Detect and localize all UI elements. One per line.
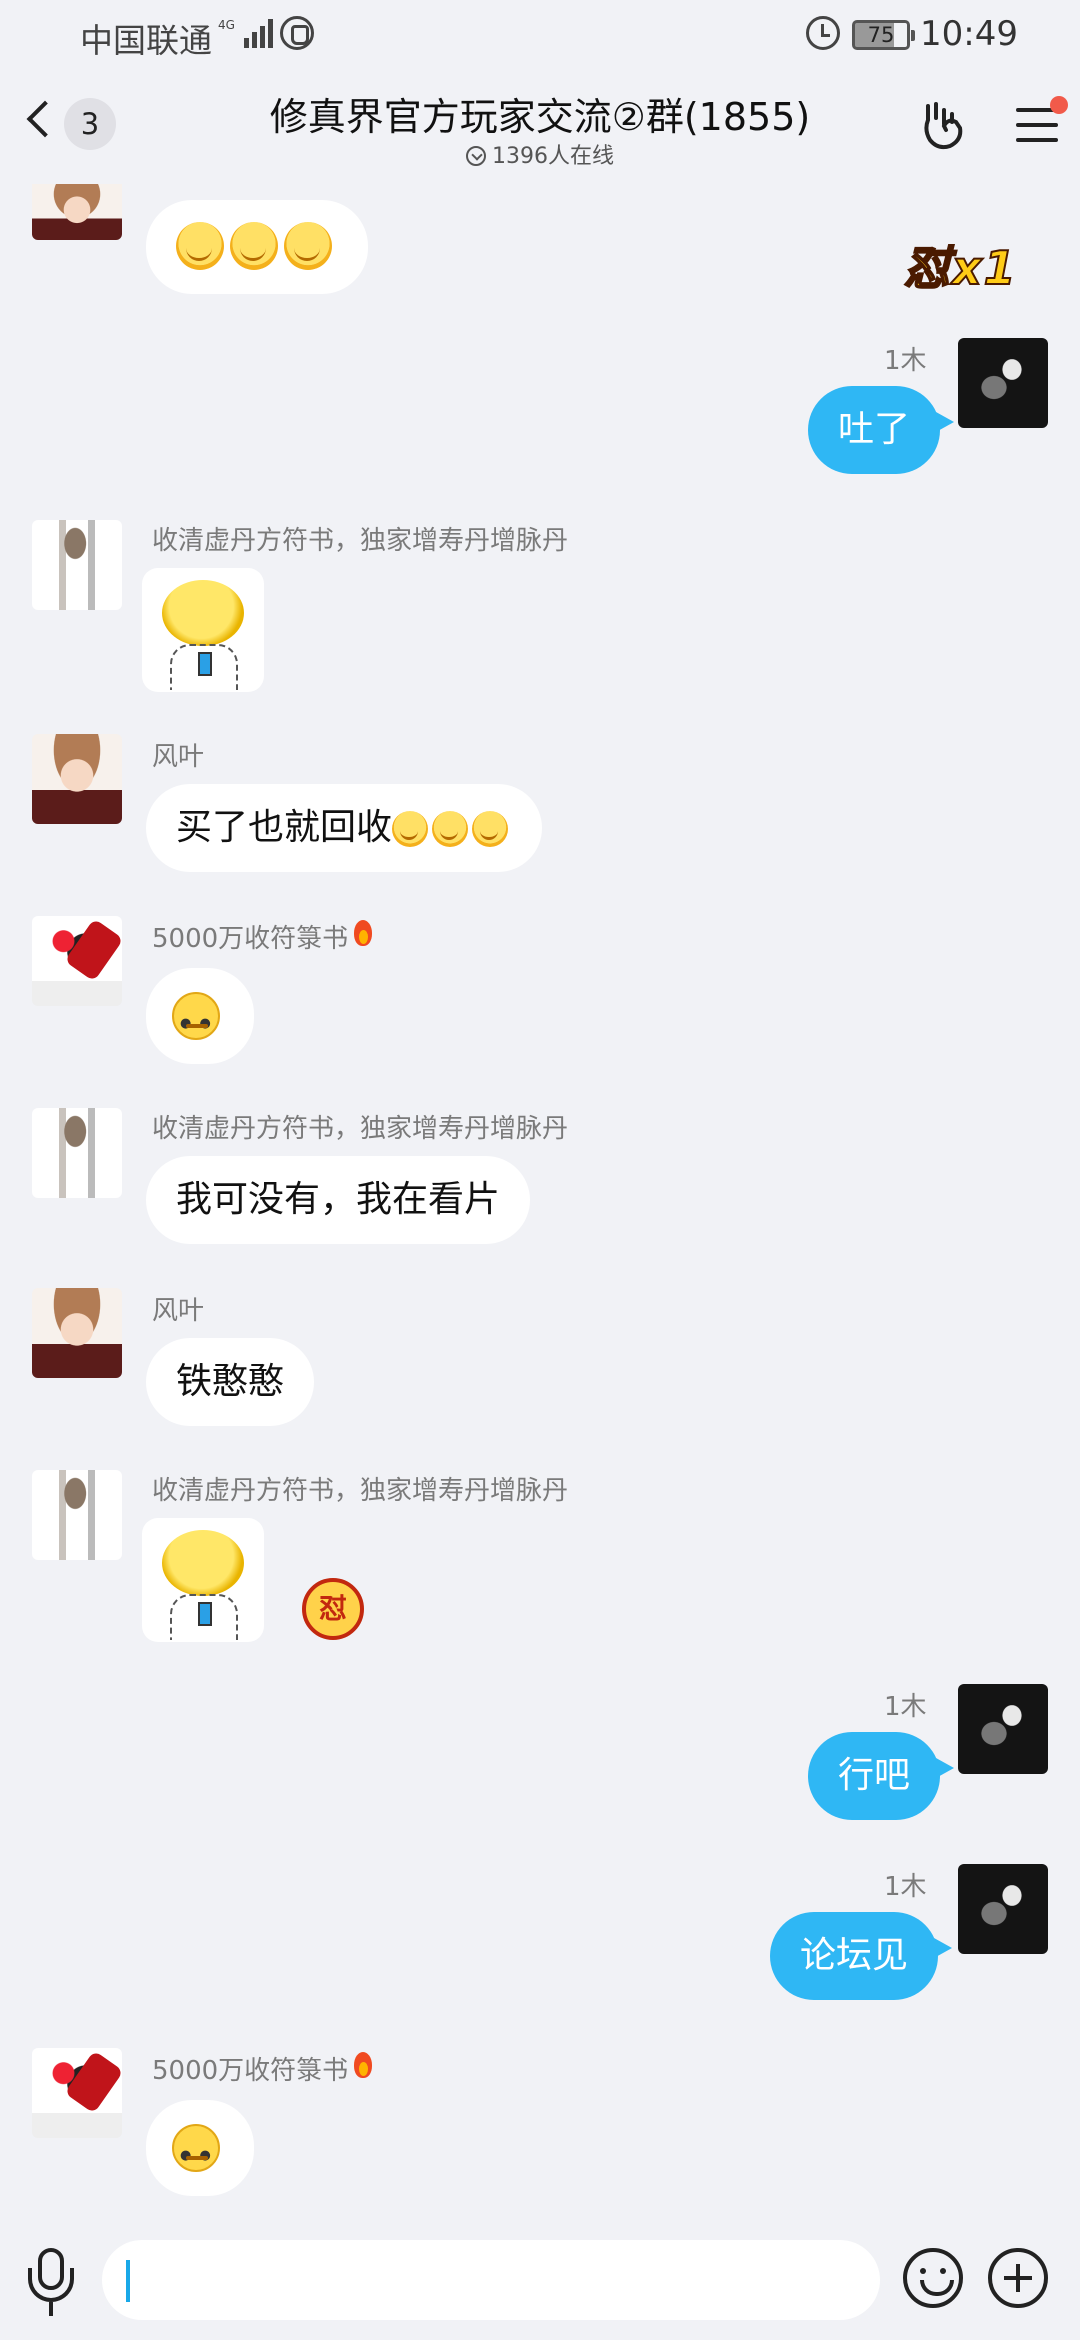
sender-name: 1木 [884,1872,927,1902]
emoji-icon [392,811,429,847]
sender-name: 收清虚丹方符书，独家增寿丹增脉丹 [152,1114,569,1144]
hand-gesture-icon[interactable] [918,100,968,152]
avatar[interactable] [32,734,122,824]
voice-input-button[interactable] [26,2248,78,2324]
chevron-down-circle-icon [466,146,486,166]
hand-icon [280,16,314,50]
fire-icon [348,916,378,950]
sender-name: 5000万收符箓书 [152,924,349,954]
microphone-stand-icon [49,2302,53,2316]
unread-count-badge: 3 [64,98,116,150]
back-chevron-icon [26,100,64,138]
emoji-icon [230,222,278,270]
emoji-button[interactable] [903,2248,963,2308]
message-text: 买了也就回收 [176,807,393,848]
online-count-label: 1396人在线 [492,144,614,169]
sticker-image[interactable] [142,568,264,692]
microphone-arc-icon [28,2268,74,2302]
status-time: 10:49 [920,14,1018,54]
menu-line-icon [1016,123,1058,127]
smirk-emoji-icon [172,2124,220,2178]
online-count: 1396人在线 [160,138,920,170]
sender-name: 风叶 [152,742,205,772]
avatar[interactable] [958,338,1048,428]
message-bubble[interactable]: 铁憨憨 [146,1338,315,1426]
back-button[interactable]: 3 [24,94,124,154]
chat-header: 3 修真界官方玩家交流②群(1855) 1396人在线 [0,72,1080,180]
avatar[interactable] [32,184,122,240]
sender-name: 收清虚丹方符书，独家增寿丹增脉丹 [152,526,569,556]
sender-name: 5000万收符箓书 [152,2056,349,2086]
avatar[interactable] [32,2048,122,2138]
avatar[interactable] [32,520,122,610]
duo-reaction-icon[interactable]: 怼 [302,1578,364,1640]
avatar[interactable] [958,1684,1048,1774]
phone-icon [198,652,212,676]
status-bar: 中国联通 4G 75 10:49 [0,0,1080,72]
emoji-icon [472,811,509,847]
sender-name: 收清虚丹方符书，独家增寿丹增脉丹 [152,1476,569,1506]
network-type-label: 4G [218,18,235,32]
smirk-emoji-icon [172,992,220,1046]
message-bubble[interactable] [146,2100,254,2196]
sticker-face-icon [162,580,244,646]
sticker-face-icon [162,1530,244,1596]
avatar[interactable] [32,1288,122,1378]
add-attachment-button[interactable] [988,2248,1048,2308]
carrier-label: 中国联通 [80,21,212,60]
avatar[interactable] [32,1108,122,1198]
emoji-icon [176,222,224,270]
message-bubble[interactable] [146,200,368,294]
duo-combo-badge[interactable]: 怼x1 [903,232,1060,308]
sender-name: 风叶 [152,1296,205,1326]
group-title: 修真界官方玩家交流②群(1855) [269,95,811,139]
menu-button[interactable] [1016,96,1068,148]
sender-name: 1木 [884,346,927,376]
sender-name: 1木 [884,1692,927,1722]
message-input[interactable] [102,2240,880,2320]
input-bar [0,2236,1080,2340]
message-bubble[interactable]: 论坛见 [770,1912,953,2000]
emoji-icon [284,222,332,270]
avatar[interactable] [32,916,122,1006]
sticker-image[interactable] [142,1518,264,1642]
message-bubble[interactable]: 我可没有，我在看片 [146,1156,531,1244]
message-bubble[interactable]: 吐了 [808,386,955,474]
avatar[interactable] [958,1864,1048,1954]
menu-line-icon [1016,138,1058,142]
fire-icon [348,2048,378,2082]
message-bubble[interactable]: 行吧 [808,1732,955,1820]
message-bubble[interactable]: 买了也就回收 [146,784,543,872]
emoji-icon [432,811,469,847]
avatar[interactable] [32,1470,122,1560]
phone-icon [198,1602,212,1626]
alarm-icon [806,16,840,50]
battery-icon: 75 [852,20,915,50]
text-caret [126,2260,130,2302]
signal-icon: 4G [218,18,273,48]
duo-combo-text: 怼x1 [903,240,1018,296]
message-bubble[interactable] [146,968,254,1064]
notification-dot [1050,96,1068,114]
